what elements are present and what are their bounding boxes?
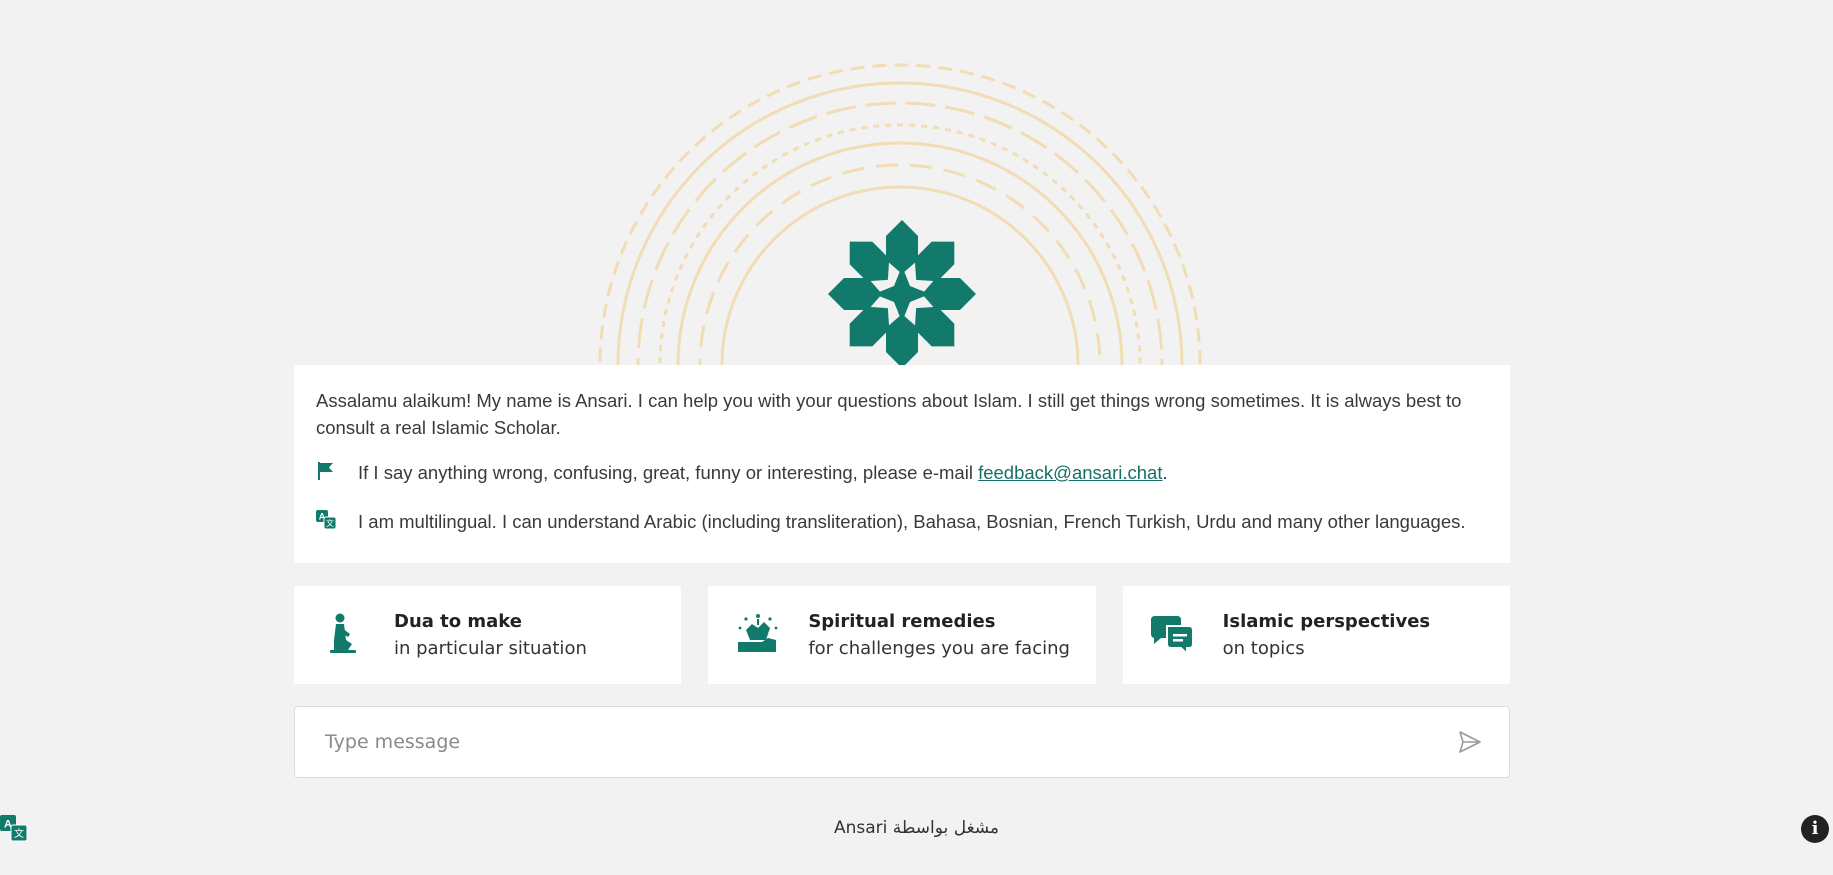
card-perspectives-title: Islamic perspectives xyxy=(1222,611,1431,632)
send-icon[interactable] xyxy=(1457,729,1483,755)
language-toggle-button[interactable]: A 文 xyxy=(0,815,28,843)
card-perspectives-text: Islamic perspectives on topics xyxy=(1223,608,1430,662)
multilingual-row: A 文 I am multilingual. I can understand … xyxy=(316,508,1488,535)
feedback-row: If I say anything wrong, confusing, grea… xyxy=(316,459,1488,486)
praying-person-icon xyxy=(330,613,356,653)
powered-by-footer: Ansari مشغل بواسطة xyxy=(833,818,1000,838)
suggestion-cards: Dua to make in particular situation Spir… xyxy=(294,586,1510,684)
message-composer xyxy=(294,706,1510,778)
info-button[interactable]: i xyxy=(1801,815,1829,843)
card-dua-title: Dua to make xyxy=(394,611,523,632)
card-dua-subtitle: in particular situation xyxy=(394,638,587,659)
ansari-logo xyxy=(828,220,976,368)
card-dua[interactable]: Dua to make in particular situation xyxy=(294,586,682,684)
card-spiritual-remedies[interactable]: Spiritual remedies for challenges you ar… xyxy=(708,586,1096,684)
raised-hands-icon xyxy=(738,614,778,652)
flag-icon xyxy=(318,462,333,480)
card-spiritual-subtitle: for challenges you are facing xyxy=(808,638,1070,659)
translate-icon: A 文 xyxy=(316,510,336,530)
intro-card: Assalamu alaikum! My name is Ansari. I c… xyxy=(294,365,1510,563)
svg-text:文: 文 xyxy=(326,518,334,528)
svg-text:文: 文 xyxy=(14,827,24,840)
card-islamic-perspectives[interactable]: Islamic perspectives on topics xyxy=(1122,586,1510,684)
card-spiritual-text: Spiritual remedies for challenges you ar… xyxy=(808,608,1070,662)
feedback-email-link[interactable]: feedback@ansari.chat xyxy=(978,462,1162,483)
message-input[interactable] xyxy=(323,730,1457,754)
feedback-text: If I say anything wrong, confusing, grea… xyxy=(358,459,1168,486)
feedback-suffix: . xyxy=(1162,462,1168,483)
multilingual-text: I am multilingual. I can understand Arab… xyxy=(358,511,1466,532)
card-spiritual-title: Spiritual remedies xyxy=(808,611,996,632)
card-dua-text: Dua to make in particular situation xyxy=(394,608,587,662)
translate-icon: A 文 xyxy=(0,815,28,842)
feedback-prefix: If I say anything wrong, confusing, grea… xyxy=(358,462,979,483)
chat-bubbles-icon xyxy=(1150,616,1194,657)
card-perspectives-subtitle: on topics xyxy=(1222,638,1305,659)
intro-greeting: Assalamu alaikum! My name is Ansari. I c… xyxy=(316,390,1462,438)
